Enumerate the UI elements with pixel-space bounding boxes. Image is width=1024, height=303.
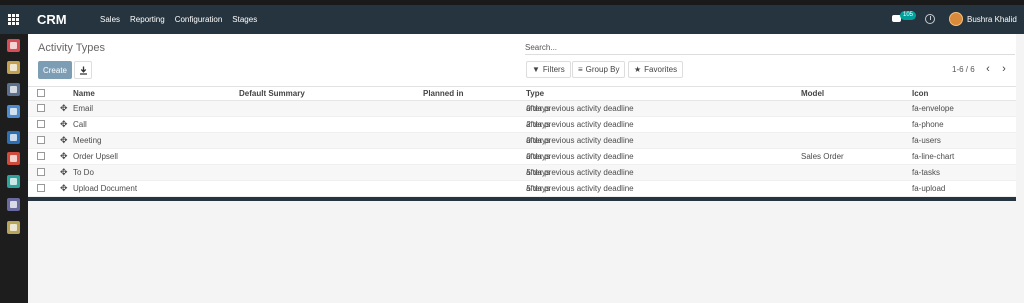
- calendar-app-icon[interactable]: [7, 61, 20, 74]
- app-brand[interactable]: CRM: [37, 12, 67, 27]
- cell-type: after previous activity deadline: [526, 136, 634, 145]
- drag-handle-icon[interactable]: ✥: [60, 168, 68, 177]
- favorites-button[interactable]: ★ Favorites: [628, 61, 684, 78]
- row-checkbox[interactable]: [37, 168, 45, 176]
- drag-handle-icon[interactable]: ✥: [60, 152, 68, 161]
- filters-button[interactable]: ▼ Filters: [526, 61, 571, 78]
- user-name[interactable]: Bushra Khalid: [967, 15, 1017, 24]
- apps-app-icon[interactable]: [7, 131, 20, 144]
- discuss-app-icon[interactable]: [7, 39, 20, 52]
- create-button[interactable]: Create: [38, 61, 72, 79]
- column-header-icon[interactable]: Icon: [912, 89, 928, 98]
- list-icon: ≡: [578, 65, 583, 74]
- cell-name: Email: [73, 104, 94, 113]
- row-checkbox[interactable]: [37, 184, 45, 192]
- column-header-planned-in[interactable]: Planned in: [423, 89, 463, 98]
- app-sidebar: [0, 34, 28, 303]
- search-input[interactable]: [525, 41, 1015, 55]
- column-header-name[interactable]: Name: [73, 89, 95, 98]
- group-by-button[interactable]: ≡ Group By: [572, 61, 626, 78]
- activity-types-table: Name Default Summary Planned in Type Mod…: [28, 87, 1016, 201]
- table-row[interactable]: ✥ To Do 5 days after previous activity d…: [28, 165, 1016, 181]
- column-header-default-summary[interactable]: Default Summary: [239, 89, 305, 98]
- menu-item-sales[interactable]: Sales: [100, 15, 120, 24]
- column-header-type[interactable]: Type: [526, 89, 544, 98]
- select-all-checkbox[interactable]: [37, 89, 45, 97]
- group-by-label: Group By: [585, 65, 620, 74]
- column-header-model[interactable]: Model: [801, 89, 824, 98]
- menu-item-configuration[interactable]: Configuration: [175, 15, 223, 24]
- control-panel: Activity Types Create ▼ Filters ≡ Group …: [28, 34, 1016, 87]
- settings-app-icon[interactable]: [7, 221, 20, 234]
- menu-item-reporting[interactable]: Reporting: [130, 15, 165, 24]
- table-header: Name Default Summary Planned in Type Mod…: [28, 87, 1016, 101]
- main-menu: Sales Reporting Configuration Stages: [100, 15, 257, 24]
- search-app-icon[interactable]: [7, 198, 20, 211]
- row-checkbox[interactable]: [37, 136, 45, 144]
- user-avatar[interactable]: [949, 12, 963, 26]
- download-icon: [80, 66, 87, 75]
- cell-icon: fa-upload: [912, 184, 946, 193]
- table-footer: [28, 197, 1016, 201]
- cell-name: Order Upsell: [73, 152, 118, 161]
- cell-icon: fa-line-chart: [912, 152, 955, 161]
- employees-app-icon[interactable]: [7, 175, 20, 188]
- message-count-badge: 105: [900, 11, 917, 20]
- contacts-app-icon[interactable]: [7, 83, 20, 96]
- table-row[interactable]: ✥ Meeting 0 days after previous activity…: [28, 133, 1016, 149]
- table-row[interactable]: ✥ Upload Document 5 days after previous …: [28, 181, 1016, 197]
- table-body: ✥ Email 0 days after previous activity d…: [28, 101, 1016, 197]
- apps-menu-icon[interactable]: [8, 14, 19, 25]
- menu-item-stages[interactable]: Stages: [232, 15, 257, 24]
- cell-name: To Do: [73, 168, 94, 177]
- cell-type: after previous activity deadline: [526, 152, 634, 161]
- drag-handle-icon[interactable]: ✥: [60, 104, 68, 113]
- row-checkbox[interactable]: [37, 104, 45, 112]
- cell-name: Meeting: [73, 136, 102, 145]
- cell-name: Call: [73, 120, 87, 129]
- drag-handle-icon[interactable]: ✥: [60, 184, 68, 193]
- filter-icon: ▼: [532, 65, 540, 74]
- activity-clock-icon[interactable]: [925, 14, 935, 24]
- cell-icon: fa-tasks: [912, 168, 941, 177]
- pager-next-icon[interactable]: ›: [999, 64, 1009, 76]
- cell-icon: fa-users: [912, 136, 941, 145]
- table-row[interactable]: ✥ Order Upsell 0 days after previous act…: [28, 149, 1016, 165]
- main-content: Activity Types Create ▼ Filters ≡ Group …: [28, 34, 1024, 303]
- download-button[interactable]: [74, 61, 92, 79]
- cell-type: after previous activity deadline: [526, 168, 634, 177]
- filters-label: Filters: [542, 65, 565, 74]
- timesheet-app-icon[interactable]: [7, 152, 20, 165]
- table-row[interactable]: ✥ Email 0 days after previous activity d…: [28, 101, 1016, 117]
- cell-type: after previous activity deadline: [526, 184, 634, 193]
- cell-icon: fa-phone: [912, 120, 944, 129]
- cell-model: Sales Order: [801, 152, 844, 161]
- pager-value[interactable]: 1-6 / 6: [952, 65, 975, 74]
- table-row[interactable]: ✥ Call 2 days after previous activity de…: [28, 117, 1016, 133]
- row-checkbox[interactable]: [37, 152, 45, 160]
- drag-handle-icon[interactable]: ✥: [60, 136, 68, 145]
- cell-name: Upload Document: [73, 184, 138, 193]
- cell-icon: fa-envelope: [912, 104, 954, 113]
- row-checkbox[interactable]: [37, 120, 45, 128]
- top-navbar: CRM Sales Reporting Configuration Stages…: [0, 5, 1024, 34]
- cell-type: after previous activity deadline: [526, 120, 634, 129]
- favorites-label: Favorites: [644, 65, 678, 74]
- crm-app-icon[interactable]: [7, 105, 20, 118]
- page-title: Activity Types: [38, 42, 106, 54]
- pager-previous-icon[interactable]: ‹: [983, 64, 993, 76]
- star-icon: ★: [634, 65, 642, 74]
- drag-handle-icon[interactable]: ✥: [60, 120, 68, 129]
- cell-type: after previous activity deadline: [526, 104, 634, 113]
